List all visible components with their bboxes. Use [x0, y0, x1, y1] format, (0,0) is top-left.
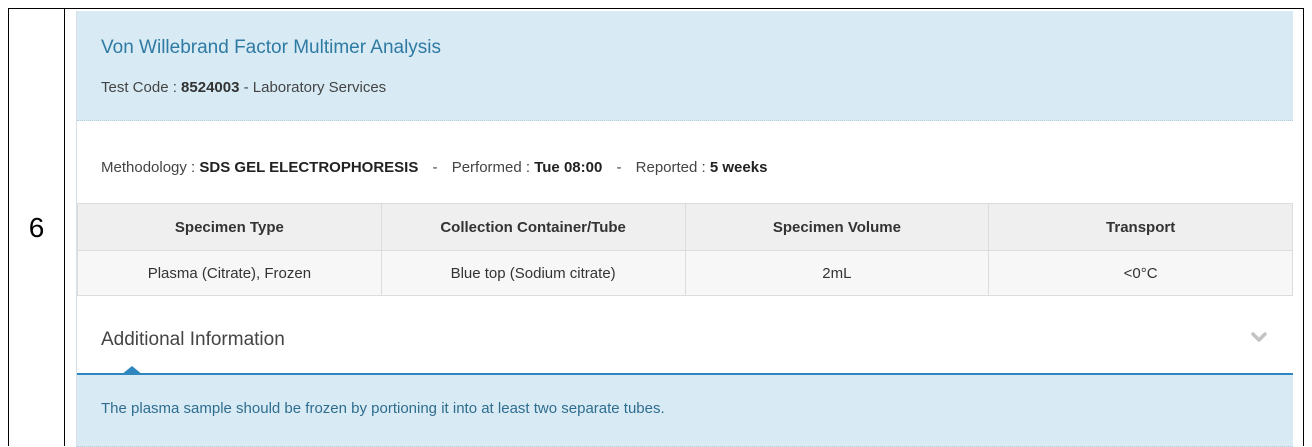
methodology-label: Methodology : — [101, 159, 200, 176]
performed-label: Performed : — [451, 159, 535, 176]
table-row: Plasma (Citrate), Frozen Blue top (Sodiu… — [77, 250, 1293, 296]
column-header: Specimen Type — [77, 203, 382, 251]
table-cell: 2mL — [684, 250, 990, 296]
column-header: Specimen Volume — [684, 203, 990, 251]
methodology-line: Methodology : SDS GEL ELECTROPHORESIS - … — [101, 159, 767, 176]
active-pointer — [121, 366, 143, 375]
test-code-label: Test Code : — [101, 79, 182, 96]
additional-info-body: The plasma sample should be frozen by po… — [77, 375, 1293, 447]
test-code-value: 8524003 — [181, 79, 240, 96]
table-cell: Blue top (Sodium citrate) — [380, 250, 686, 296]
additional-info-text: The plasma sample should be frozen by po… — [101, 400, 665, 417]
test-code-suffix: - Laboratory Services — [239, 79, 387, 96]
reported-label: Reported : — [635, 159, 710, 176]
document-table: 6 Von Willebrand Factor Multimer Analysi… — [8, 8, 1304, 447]
additional-info-toggle[interactable]: Additional Information — [77, 307, 1293, 375]
row-number: 6 — [28, 211, 45, 243]
chevron-down-icon[interactable] — [1251, 331, 1267, 345]
additional-info-title: Additional Information — [101, 329, 285, 350]
separator: - — [616, 159, 622, 176]
row-number-cell: 6 — [9, 9, 65, 446]
column-header: Collection Container/Tube — [380, 203, 686, 251]
column-header: Transport — [988, 203, 1293, 251]
specimen-table: Specimen Type Collection Container/Tube … — [77, 203, 1293, 296]
methodology-value: SDS GEL ELECTROPHORESIS — [199, 159, 419, 176]
separator: - — [432, 159, 438, 176]
test-title[interactable]: Von Willebrand Factor Multimer Analysis — [101, 37, 441, 59]
test-card: Von Willebrand Factor Multimer Analysis … — [76, 11, 1293, 447]
reported-value: 5 weeks — [709, 159, 768, 176]
table-header-row: Specimen Type Collection Container/Tube … — [77, 203, 1293, 251]
test-code-line: Test Code : 8524003 - Laboratory Service… — [101, 79, 386, 96]
performed-value: Tue 08:00 — [534, 159, 603, 176]
table-cell: <0°C — [988, 250, 1293, 296]
table-cell: Plasma (Citrate), Frozen — [77, 250, 382, 296]
test-header: Von Willebrand Factor Multimer Analysis … — [77, 11, 1293, 121]
